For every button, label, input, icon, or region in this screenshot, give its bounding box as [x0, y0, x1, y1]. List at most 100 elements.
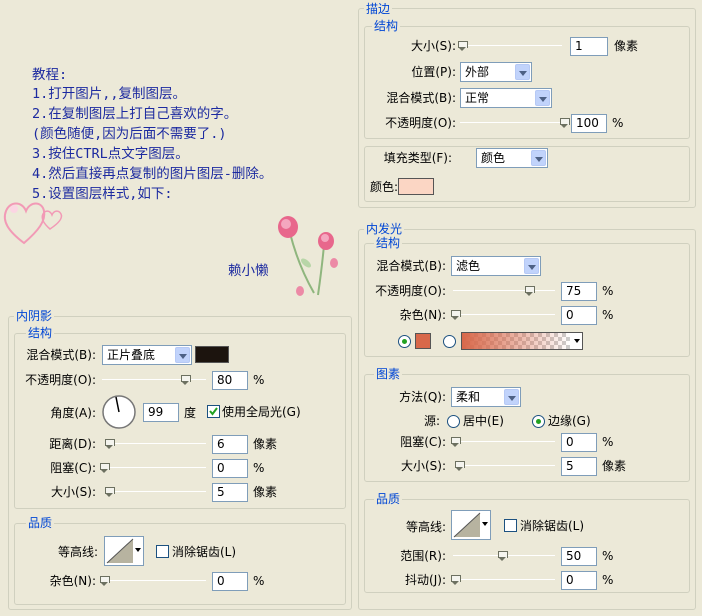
angle-dial[interactable] — [101, 394, 137, 430]
inner-shadow-noise-slider-thumb[interactable] — [100, 576, 110, 587]
inner-glow-choke-input[interactable]: 0 — [561, 433, 597, 452]
inner-glow-color-swatch[interactable] — [415, 333, 431, 349]
inner-glow-range-input[interactable]: 50 — [561, 547, 597, 566]
inner-shadow-contour-label: 等高线: — [57, 545, 98, 559]
stroke-title: 描边 — [364, 2, 393, 16]
inner-shadow-blend-select[interactable]: 正片叠底 — [102, 345, 192, 365]
tutorial-step: 1.打开图片,,复制图层。 — [32, 86, 187, 102]
inner-shadow-distance-label: 距离(D): — [49, 437, 96, 451]
inner-glow-jitter-unit: % — [602, 573, 614, 587]
chevron-down-icon[interactable] — [574, 339, 580, 343]
inner-glow-size-input[interactable]: 5 — [561, 457, 597, 476]
inner-glow-choke-slider-thumb[interactable] — [451, 437, 461, 448]
inner-glow-size-slider[interactable] — [456, 465, 555, 466]
inner-shadow-contour-picker[interactable] — [104, 536, 144, 566]
tutorial-step: 2.在复制图层上打自己喜欢的字。 — [32, 106, 238, 122]
global-light-checkbox[interactable] — [207, 405, 220, 418]
chevron-down-icon[interactable] — [482, 522, 488, 526]
inner-glow-jitter-slider[interactable] — [453, 579, 555, 580]
chevron-down-icon[interactable] — [504, 389, 519, 405]
inner-shadow-antialias-checkbox[interactable] — [156, 545, 169, 558]
inner-shadow-structure-title: 结构 — [26, 326, 55, 340]
inner-glow-size-slider-thumb[interactable] — [455, 461, 465, 472]
inner-shadow-noise-slider[interactable] — [102, 580, 206, 581]
inner-glow-jitter-slider-thumb[interactable] — [451, 575, 461, 586]
stroke-opacity-slider[interactable] — [460, 122, 564, 123]
chevron-down-icon[interactable] — [531, 150, 546, 166]
stroke-fill-type-label: 填充类型(F): — [383, 151, 452, 165]
inner-shadow-choke-unit: % — [253, 461, 265, 475]
inner-glow-jitter-input[interactable]: 0 — [561, 571, 597, 590]
inner-shadow-noise-unit: % — [253, 574, 265, 588]
inner-shadow-opacity-input[interactable]: 80 — [212, 371, 248, 390]
inner-shadow-distance-slider[interactable] — [106, 443, 206, 444]
solid-color-radio[interactable] — [398, 335, 411, 348]
inner-glow-noise-slider[interactable] — [453, 314, 555, 315]
chevron-down-icon[interactable] — [524, 258, 539, 274]
stroke-position-select[interactable]: 外部 — [460, 62, 532, 82]
chevron-down-icon[interactable] — [175, 347, 190, 363]
inner-glow-contour-picker[interactable] — [451, 510, 491, 540]
inner-shadow-opacity-slider-thumb[interactable] — [181, 375, 191, 386]
stroke-opacity-slider-thumb[interactable] — [560, 118, 570, 129]
inner-glow-technique-select[interactable]: 柔和 — [451, 387, 521, 407]
stroke-size-input[interactable]: 1 — [570, 37, 608, 56]
inner-shadow-size-slider-thumb[interactable] — [105, 487, 115, 498]
contour-linear-icon — [106, 538, 134, 564]
inner-glow-noise-input[interactable]: 0 — [561, 306, 597, 325]
chevron-down-icon[interactable] — [515, 64, 530, 80]
gradient-radio[interactable] — [443, 335, 456, 348]
source-center-radio[interactable] — [447, 415, 460, 428]
inner-glow-opacity-input[interactable]: 75 — [561, 282, 597, 301]
inner-shadow-blend-value: 正片叠底 — [107, 348, 156, 362]
inner-glow-opacity-slider-thumb[interactable] — [525, 286, 535, 297]
inner-shadow-color-swatch[interactable] — [195, 346, 229, 363]
inner-shadow-distance-input[interactable]: 6 — [212, 435, 248, 454]
inner-shadow-size-input[interactable]: 5 — [212, 483, 248, 502]
inner-shadow-angle-input[interactable]: 99 — [143, 403, 179, 422]
inner-shadow-angle-label: 角度(A): — [50, 406, 96, 420]
inner-shadow-choke-input[interactable]: 0 — [212, 459, 248, 478]
stroke-size-label: 大小(S): — [410, 39, 456, 53]
stroke-size-slider-thumb[interactable] — [458, 41, 468, 52]
inner-shadow-quality-title: 品质 — [26, 516, 55, 530]
inner-glow-opacity-label: 不透明度(O): — [375, 284, 446, 298]
inner-glow-noise-slider-thumb[interactable] — [451, 310, 461, 321]
inner-shadow-size-unit: 像素 — [253, 485, 278, 499]
inner-shadow-quality-group — [14, 523, 346, 605]
inner-glow-antialias-label: 消除锯齿(L) — [520, 519, 585, 533]
inner-glow-technique-value: 柔和 — [456, 390, 481, 404]
tutorial-step: (颜色随便,因为后面不需要了.) — [32, 126, 227, 142]
inner-shadow-noise-input[interactable]: 0 — [212, 572, 248, 591]
source-edge-radio[interactable] — [532, 415, 545, 428]
inner-glow-range-slider-thumb[interactable] — [498, 551, 508, 562]
stroke-size-slider[interactable] — [460, 45, 562, 46]
inner-glow-contour-label: 等高线: — [405, 520, 446, 534]
tutorial-step: 3.按住CTRL点文字图层。 — [32, 146, 189, 162]
tutorial-heading: 教程: — [32, 67, 68, 83]
inner-glow-choke-slider[interactable] — [453, 441, 555, 442]
stroke-opacity-unit: % — [612, 116, 624, 130]
stroke-opacity-input[interactable]: 100 — [571, 114, 607, 133]
chevron-down-icon[interactable] — [535, 90, 550, 106]
stroke-blend-value: 正常 — [465, 91, 490, 105]
stroke-fill-type-select[interactable]: 颜色 — [476, 148, 548, 168]
inner-glow-antialias-checkbox[interactable] — [504, 519, 517, 532]
chevron-down-icon[interactable] — [135, 548, 141, 552]
inner-glow-gradient-picker[interactable] — [461, 332, 583, 350]
inner-shadow-size-slider[interactable] — [106, 491, 206, 492]
inner-glow-blend-select[interactable]: 滤色 — [451, 256, 541, 276]
inner-glow-jitter-label: 抖动(J): — [405, 573, 446, 587]
inner-glow-choke-unit: % — [602, 435, 614, 449]
inner-glow-noise-label: 杂色(N): — [399, 308, 446, 322]
inner-shadow-distance-slider-thumb[interactable] — [105, 439, 115, 450]
stroke-opacity-label: 不透明度(O): — [385, 116, 456, 130]
inner-shadow-choke-slider-thumb[interactable] — [100, 463, 110, 474]
stroke-blend-select[interactable]: 正常 — [460, 88, 552, 108]
hearts-decoration — [3, 202, 63, 245]
stroke-color-swatch[interactable] — [398, 178, 434, 195]
gradient-preview — [462, 333, 570, 349]
inner-glow-size-label: 大小(S): — [400, 459, 446, 473]
inner-glow-opacity-slider[interactable] — [453, 290, 555, 291]
inner-shadow-choke-slider[interactable] — [102, 467, 206, 468]
